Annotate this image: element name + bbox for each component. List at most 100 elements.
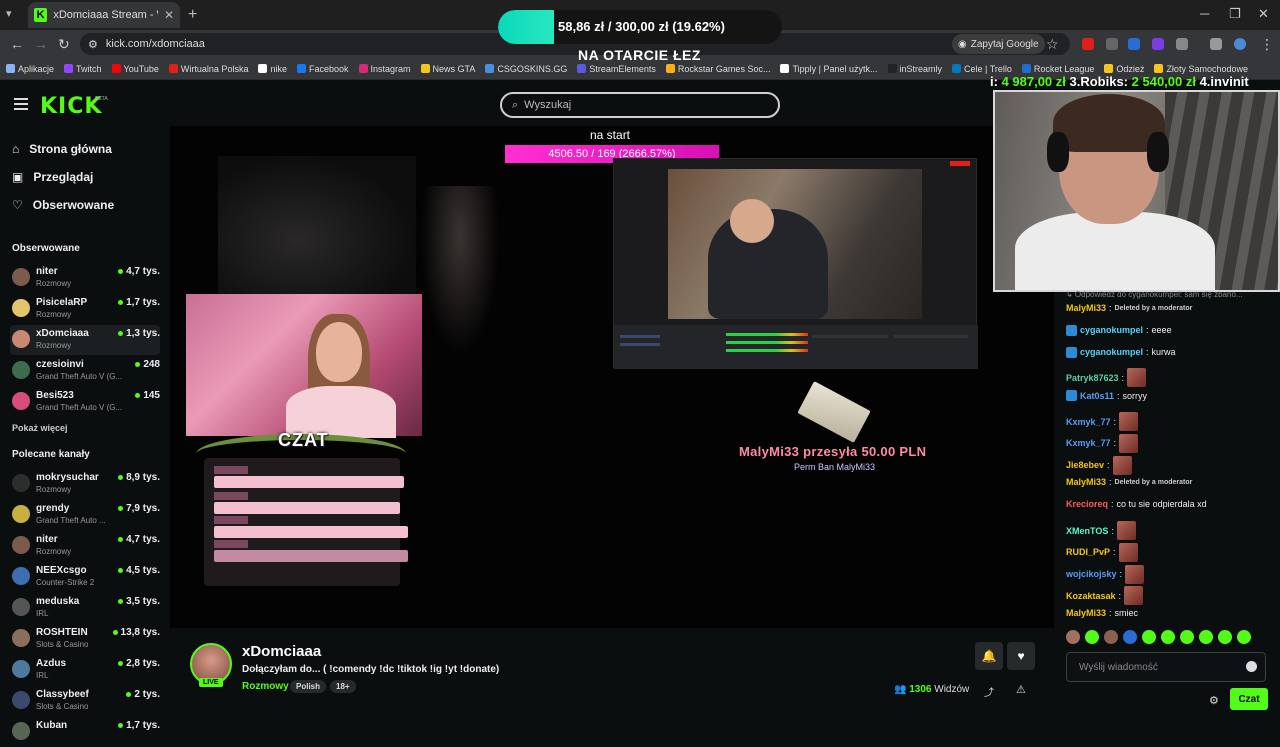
chat-message[interactable]: Kat0s11: sorryy: [1066, 390, 1147, 402]
chat-message[interactable]: XMenTOS:: [1066, 521, 1136, 540]
chat-username[interactable]: MalyMi33: [1066, 608, 1106, 618]
chat-username[interactable]: Krecioreq: [1066, 499, 1108, 509]
quick-emote-icon[interactable]: [1218, 630, 1232, 644]
chat-message[interactable]: Krecioreq: co tu sie odpierdala xd: [1066, 499, 1207, 509]
nav-browse[interactable]: ▣ Przeglądaj: [12, 170, 93, 184]
chat-username[interactable]: MalyMi33: [1066, 303, 1106, 313]
quick-emote-icon[interactable]: [1066, 630, 1080, 644]
bookmark-item[interactable]: Rockstar Games Soc...: [665, 64, 770, 74]
bookmark-item[interactable]: Tipply | Panel użytk...: [780, 64, 878, 74]
chat-message[interactable]: Patryk87623:: [1066, 368, 1147, 388]
nav-following[interactable]: ♡ Obserwowane: [12, 198, 114, 212]
chat-username[interactable]: RUDI_PvP: [1066, 547, 1110, 557]
bookmark-item[interactable]: Twitch: [64, 64, 102, 74]
tab-kick-stream[interactable]: K xDomciaaa Stream - Watch ✕: [28, 2, 180, 28]
chat-send-button[interactable]: Czat: [1230, 688, 1268, 710]
quick-emote-icon[interactable]: [1199, 630, 1213, 644]
chat-username[interactable]: Jie8ebev: [1066, 460, 1104, 470]
menu-hamburger-icon[interactable]: [14, 98, 28, 110]
quick-emote-icon[interactable]: [1237, 630, 1251, 644]
bookmark-item[interactable]: inStreamly: [887, 64, 942, 74]
channel-item[interactable]: PisicelaRP Rozmowy 1,7 tys.: [10, 294, 160, 324]
extension-icon[interactable]: [1152, 38, 1164, 50]
search-input[interactable]: ⌕ Wyszukaj: [500, 92, 780, 118]
window-close-icon[interactable]: ✕: [1258, 6, 1269, 22]
stream-tag[interactable]: 18+: [330, 680, 356, 693]
bookmark-item[interactable]: Aplikacje: [6, 64, 54, 74]
chat-username[interactable]: Kxmyk_77: [1066, 417, 1111, 427]
channel-item[interactable]: czesioinvi Grand Theft Auto V (G... 248: [10, 356, 160, 386]
extension-icon[interactable]: [1106, 38, 1118, 50]
chat-message[interactable]: MalyMi33: Deleted by a moderator: [1066, 477, 1192, 487]
bookmark-item[interactable]: StreamElements: [577, 64, 656, 74]
channel-item[interactable]: Kuban 1,7 tys.: [10, 717, 160, 747]
bookmark-item[interactable]: Facebook: [296, 64, 349, 74]
site-info-icon[interactable]: ⚙: [88, 38, 98, 51]
chat-message[interactable]: cyganokumpel: kurwa: [1066, 346, 1176, 358]
new-tab-plus-icon[interactable]: +: [188, 6, 197, 24]
chat-message[interactable]: Kxmyk_77:: [1066, 433, 1139, 453]
extensions-puzzle-icon[interactable]: [1176, 38, 1188, 50]
chat-message[interactable]: RUDI_PvP:: [1066, 542, 1138, 562]
chat-message[interactable]: Kozaktasak:: [1066, 586, 1144, 606]
quick-emote-icon[interactable]: [1180, 630, 1194, 644]
chat-username[interactable]: Kozaktasak: [1066, 591, 1116, 601]
extension-icon[interactable]: [1128, 38, 1140, 50]
extension-icon[interactable]: [1082, 38, 1094, 50]
maximize-icon[interactable]: ❐: [1229, 6, 1241, 22]
bookmark-item[interactable]: CSGOSKINS.GG: [485, 64, 567, 74]
bookmark-item[interactable]: Wirtualna Polska: [168, 64, 248, 74]
profile-avatar-icon[interactable]: [1234, 38, 1246, 50]
chat-username[interactable]: Kxmyk_77: [1066, 438, 1111, 448]
chat-message[interactable]: MalyMi33: smiec: [1066, 608, 1138, 618]
chat-username[interactable]: XMenTOS: [1066, 526, 1108, 536]
bookmark-item[interactable]: News GTA: [420, 64, 475, 74]
channel-item[interactable]: niter Rozmowy 4,7 tys.: [10, 263, 160, 293]
channel-item[interactable]: meduska IRL 3,5 tys.: [10, 593, 160, 623]
channel-item[interactable]: Classybeef Slots & Casino 2 tys.: [10, 686, 160, 716]
quick-emote-icon[interactable]: [1085, 630, 1099, 644]
chat-message[interactable]: cyganokumpel: eeee: [1066, 324, 1172, 336]
quick-emote-icon[interactable]: [1123, 630, 1137, 644]
follow-heart-icon[interactable]: ♥: [1007, 642, 1035, 670]
chat-message[interactable]: wojcikojsky:: [1066, 564, 1145, 584]
channel-item[interactable]: Azdus IRL 2,8 tys.: [10, 655, 160, 685]
channel-item[interactable]: Besi523 Grand Theft Auto V (G... 145: [10, 387, 160, 417]
chat-username[interactable]: Kat0s11: [1080, 391, 1114, 401]
chat-username[interactable]: Patryk87623: [1066, 373, 1119, 383]
ask-google-button[interactable]: ◉ Zapytaj Google: [952, 34, 1045, 54]
quick-emote-icon[interactable]: [1104, 630, 1118, 644]
bookmark-item[interactable]: Odzież: [1104, 64, 1144, 74]
channel-item[interactable]: xDomciaaa Rozmowy 1,3 tys.: [10, 325, 160, 355]
minimize-icon[interactable]: ─: [1200, 6, 1209, 21]
chat-username[interactable]: cyganokumpel: [1080, 325, 1143, 335]
share-icon[interactable]: ⤴: [984, 684, 994, 699]
stream-category-link[interactable]: Rozmowy: [242, 681, 289, 692]
nav-home[interactable]: ⌂ Strona główna: [12, 142, 112, 156]
chat-message-input[interactable]: Wyślij wiadomość: [1066, 652, 1266, 682]
stream-tag[interactable]: Polish: [290, 680, 327, 693]
kick-logo[interactable]: KICK: [40, 94, 102, 119]
bookmark-item[interactable]: Rocket League: [1021, 64, 1094, 74]
forward-arrow-icon[interactable]: →: [34, 36, 48, 52]
bookmark-item[interactable]: nike: [258, 64, 287, 74]
chat-message[interactable]: MalyMi33: Deleted by a moderator: [1066, 303, 1192, 313]
reload-icon[interactable]: ↻: [58, 36, 70, 53]
quick-emote-icon[interactable]: [1161, 630, 1175, 644]
channel-item[interactable]: niter Rozmowy 4,7 tys.: [10, 531, 160, 561]
video-player[interactable]: CZAT na start 4506.50 / 169 (2666.57%) M…: [170, 126, 1054, 628]
close-tab-icon[interactable]: ✕: [164, 8, 174, 22]
bookmark-item[interactable]: Cele | Trello: [952, 64, 1012, 74]
reading-list-icon[interactable]: [1210, 38, 1222, 50]
show-more-link[interactable]: Pokaż więcej: [12, 423, 68, 433]
chat-settings-gear-icon[interactable]: ⚙: [1209, 694, 1219, 707]
streamer-name[interactable]: xDomciaaa: [242, 643, 321, 660]
chat-username[interactable]: wojcikojsky: [1066, 569, 1117, 579]
channel-item[interactable]: ROSHTEIN Slots & Casino 13,8 tys.: [10, 624, 160, 654]
browser-menu-icon[interactable]: ⋮: [1260, 36, 1274, 53]
channel-item[interactable]: NEEXcsgo Counter-Strike 2 4,5 tys.: [10, 562, 160, 592]
back-arrow-icon[interactable]: ←: [10, 36, 24, 52]
notification-bell-icon[interactable]: 🔔: [975, 642, 1003, 670]
emoji-picker-icon[interactable]: [1246, 661, 1257, 672]
channel-item[interactable]: grendy Grand Theft Auto ... 7,9 tys.: [10, 500, 160, 530]
